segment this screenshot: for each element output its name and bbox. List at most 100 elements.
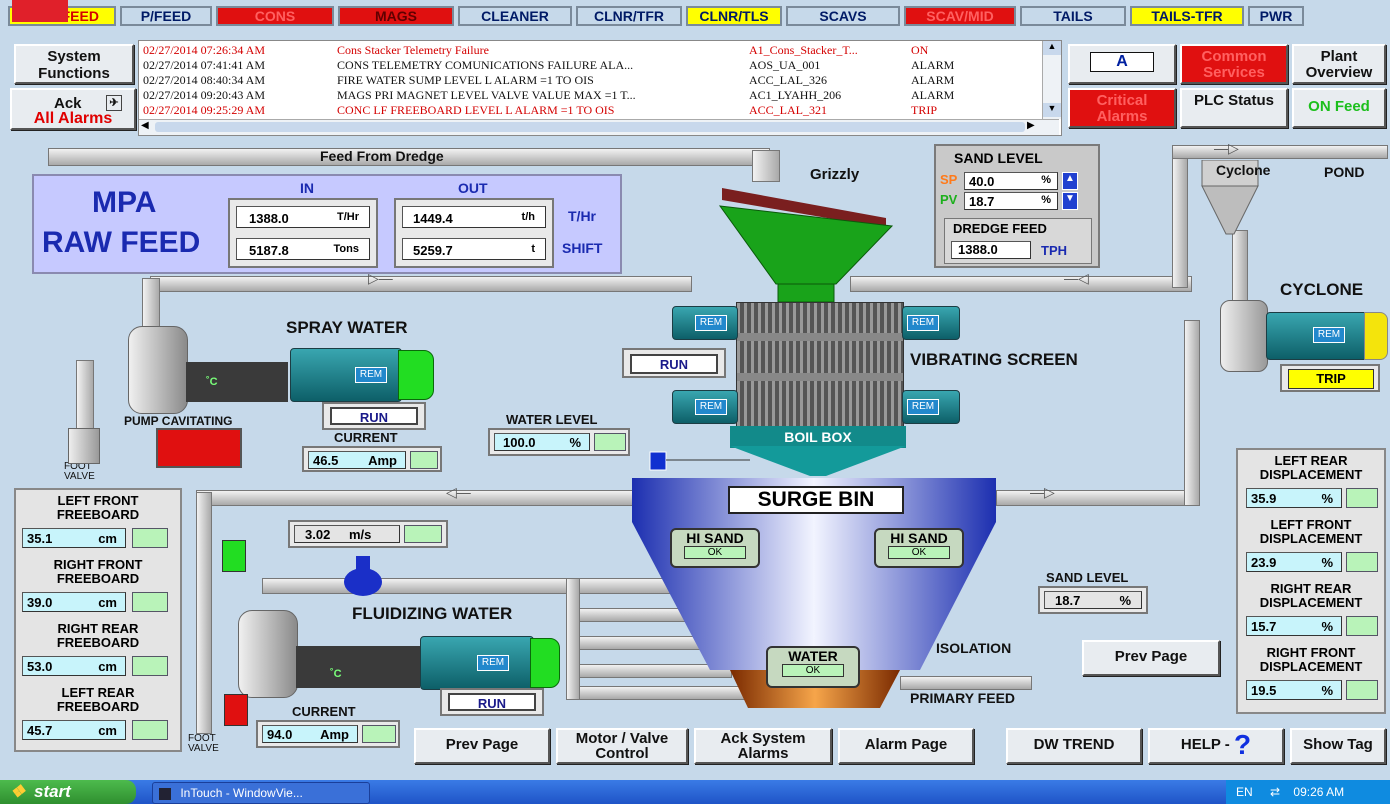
tab-cleaner[interactable]: CLEANER	[458, 6, 572, 26]
help-label: HELP -	[1180, 736, 1230, 753]
ack-system-alarms-button[interactable]: Ack System Alarms	[694, 728, 832, 764]
flow-arrow: —◁	[1064, 270, 1089, 286]
screen-run-indicator[interactable]: RUN	[630, 354, 718, 374]
prev-page-button[interactable]: Prev Page	[414, 728, 550, 764]
freeboard-title: RIGHT FRONT FREEBOARD	[53, 557, 143, 586]
scroll-thumb[interactable]	[155, 122, 1025, 132]
tab-tails-tfr[interactable]: TAILS-TFR	[1130, 6, 1244, 26]
displacement-title: LEFT FRONT DISPLACEMENT	[1259, 517, 1363, 546]
fluid-run-indicator[interactable]: RUN	[448, 693, 536, 711]
scroll-down-icon[interactable]: ▼	[1043, 103, 1061, 117]
out-rate-unit: t/h	[521, 211, 535, 223]
alarm-summary-list[interactable]: 02/27/2014 07:26:34 AM Cons Stacker Telem…	[138, 40, 1062, 136]
displacement-unit: %	[1321, 683, 1333, 698]
prev-page-right-button[interactable]: Prev Page	[1082, 640, 1220, 676]
pv-value: 18.7	[969, 194, 995, 209]
alarm-state: ALARM	[911, 88, 955, 102]
critical-alarms-button[interactable]: Critical Alarms	[1068, 88, 1176, 128]
alarm-time: 02/27/2014 09:25:29 AM	[143, 103, 266, 117]
out-display-box: 1449.4 t/h 5259.7 t	[394, 198, 554, 268]
network-icon[interactable]: ⇄	[1270, 785, 1280, 799]
rate-label: T/Hr	[568, 208, 596, 224]
spray-run-indicator[interactable]: RUN	[330, 407, 418, 425]
tab-pwr[interactable]: PWR	[1248, 6, 1304, 26]
alarm-scrollbar-vertical[interactable]: ▲ ▼	[1042, 41, 1061, 119]
freeboard-value: 53.0	[27, 659, 53, 674]
sp-up-icon[interactable]: ▲	[1062, 172, 1078, 190]
tab-scav-mid[interactable]: SCAV/MID	[904, 6, 1016, 26]
ack-all-alarms-button[interactable]: Ack ✈ All Alarms	[10, 88, 136, 130]
plc-status-button[interactable]: PLC Status	[1180, 88, 1288, 128]
plant-overview-button[interactable]: Plant Overview	[1292, 44, 1386, 84]
tab-clnr-tfr[interactable]: CLNR/TFR	[576, 6, 682, 26]
start-button[interactable]: ❖ start	[0, 780, 136, 804]
tab-cons[interactable]: CONS	[216, 6, 334, 26]
out-shift-unit: t	[531, 243, 535, 255]
hi-sand-left-status: OK	[684, 546, 746, 559]
pump-cavitating-indicator	[156, 428, 242, 468]
help-button[interactable]: HELP - ?	[1148, 728, 1284, 764]
sand-level-small-label: SAND LEVEL	[1046, 570, 1129, 585]
on-feed-button[interactable]: ON Feed	[1292, 88, 1386, 128]
sand-level-small-box: 18.7 %	[1038, 586, 1148, 614]
show-tag-button[interactable]: Show Tag	[1290, 728, 1386, 764]
alarm-page-button[interactable]: Alarm Page	[838, 728, 974, 764]
feed-from-dredge-label: Feed From Dredge	[320, 148, 444, 164]
tab-mags[interactable]: MAGS	[338, 6, 454, 26]
displacement-value-field: 35.9%	[1246, 488, 1342, 508]
alarm-row[interactable]: 02/27/2014 08:40:34 AM FIRE WATER SUMP LE…	[143, 73, 1038, 88]
alarm-row[interactable]: 02/27/2014 07:41:41 AM CONS TELEMETRY COM…	[143, 58, 1038, 73]
water-level-label: WATER LEVEL	[506, 412, 598, 427]
displacement-value-field: 23.9%	[1246, 552, 1342, 572]
pond-pipe	[1172, 145, 1388, 159]
water-indicator: WATER OK	[766, 646, 860, 688]
tab-p-feed[interactable]: P/FEED	[120, 6, 212, 26]
spray-current-label: CURRENT	[334, 430, 398, 445]
alarm-row[interactable]: 02/27/2014 09:25:29 AM CONC LF FREEBOARD …	[143, 103, 1038, 118]
in-rate-field: 1388.0 T/Hr	[236, 206, 370, 228]
fluidizing-valve-blue[interactable]	[344, 568, 382, 596]
fluidizing-branch-riser	[566, 578, 580, 700]
scroll-right-icon[interactable]: ▶	[1027, 120, 1039, 134]
freeboard-value-field: 53.0 cm	[22, 656, 126, 676]
in-label: IN	[300, 180, 314, 196]
a-button[interactable]: A	[1068, 44, 1176, 84]
tab-scavs[interactable]: SCAVS	[786, 6, 900, 26]
rem-indicator: REM	[1313, 327, 1345, 343]
spray-header-pipe	[150, 276, 692, 292]
common-services-button[interactable]: Common Services	[1180, 44, 1288, 84]
in-display-box: 1388.0 T/Hr 5187.8 Tons	[228, 198, 378, 268]
flow-arrow: —▷	[1030, 484, 1055, 500]
dw-trend-button[interactable]: DW TREND	[1006, 728, 1142, 764]
in-shift-unit: Tons	[333, 243, 359, 255]
scroll-up-icon[interactable]: ▲	[1043, 41, 1061, 55]
in-rate-value: 1388.0	[249, 211, 289, 226]
alarm-row[interactable]: 02/27/2014 09:20:43 AM MAGS PRI MAGNET LE…	[143, 88, 1038, 103]
cyclone-trip-indicator[interactable]: TRIP	[1288, 369, 1374, 389]
displacement-value: 35.9	[1251, 491, 1277, 506]
scroll-left-icon[interactable]: ◀	[141, 120, 153, 134]
cyclone-pump-casing	[1220, 300, 1268, 372]
hi-sand-left: HI SAND OK	[670, 528, 760, 568]
fluidizing-valve-actuator	[356, 556, 370, 570]
raw-feed-title: RAW FEED	[42, 226, 201, 259]
fluid-pump-motor: REM	[420, 636, 534, 690]
tab-tails[interactable]: TAILS	[1020, 6, 1126, 26]
sp-field[interactable]: 40.0 %	[964, 172, 1058, 190]
freeboard-unit: cm	[98, 659, 117, 674]
sp-down-icon[interactable]: ▼	[1062, 192, 1078, 210]
alarm-row[interactable]: 02/27/2014 07:26:34 AM Cons Stacker Telem…	[143, 43, 1038, 58]
surge-out-pipe	[996, 490, 1198, 506]
motor-valve-control-button[interactable]: Motor / Valve Control	[556, 728, 688, 764]
alarm-scrollbar-horizontal[interactable]: ◀ ▶	[139, 119, 1059, 135]
alarm-tag: AC1_LYAHH_206	[749, 88, 842, 102]
fluid-side-valve-green	[222, 540, 246, 572]
freeboard-value: 39.0	[27, 595, 53, 610]
cyclone-label: CYCLONE	[1280, 280, 1364, 299]
displacement-status	[1346, 488, 1378, 508]
vibrating-screen-deck	[736, 302, 904, 428]
system-functions-button[interactable]: System Functions	[14, 44, 134, 84]
taskbar-intouch-item[interactable]: InTouch - WindowVie...	[152, 782, 370, 804]
displacement-value: 15.7	[1251, 619, 1277, 634]
tab-clnr-tls[interactable]: CLNR/TLS	[686, 6, 782, 26]
